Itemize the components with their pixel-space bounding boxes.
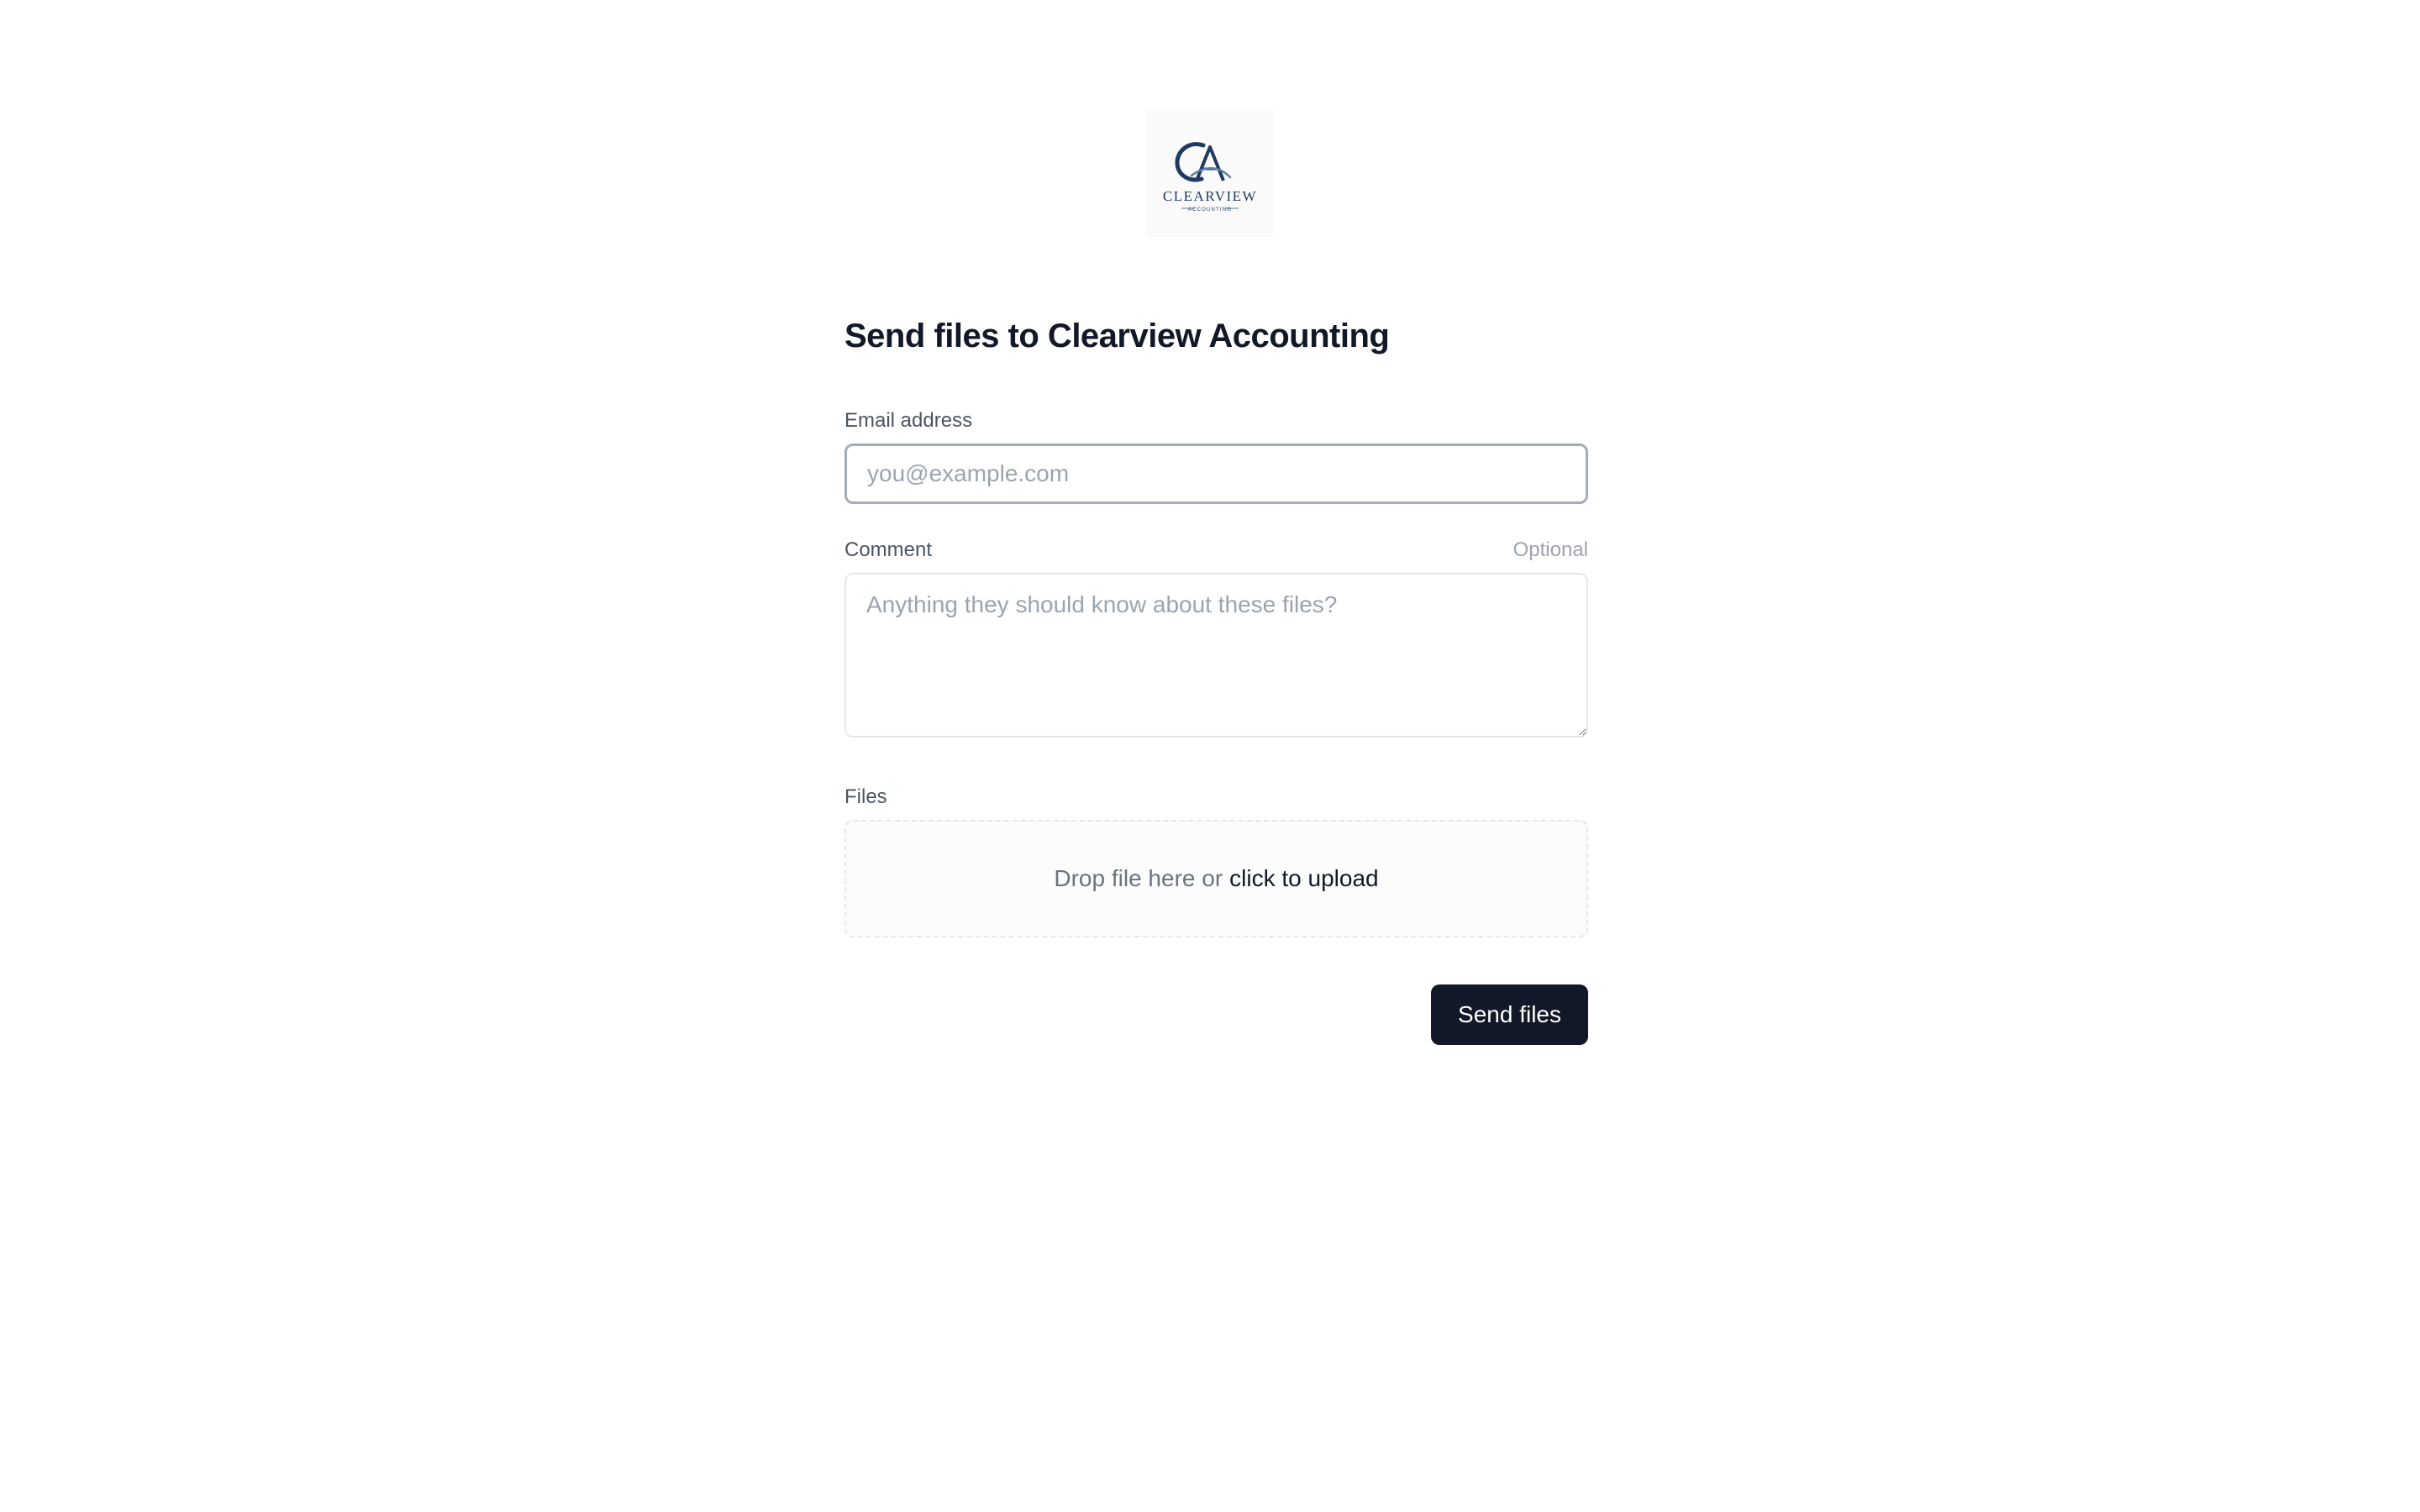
- email-label: Email address: [844, 409, 973, 432]
- email-field[interactable]: [844, 444, 1588, 504]
- page: CLEARVIEW ACCOUNTING Send files to Clear…: [0, 0, 2420, 1512]
- optional-tag: Optional: [1512, 538, 1588, 561]
- svg-text:ACCOUNTING: ACCOUNTING: [1188, 207, 1232, 213]
- files-label: Files: [844, 785, 887, 808]
- send-files-form: Send files to Clearview Accounting Email…: [844, 302, 1588, 1045]
- files-label-row: Files: [844, 785, 1588, 810]
- comment-label-row: Comment Optional: [844, 538, 1588, 563]
- dropzone-text: Drop file here or: [1054, 865, 1223, 891]
- clearview-accounting-logo-icon: CLEARVIEW ACCOUNTING: [1163, 142, 1257, 213]
- comment-textarea[interactable]: [844, 573, 1588, 738]
- file-dropzone[interactable]: Drop file here or click to upload: [844, 820, 1588, 937]
- click-to-upload-link[interactable]: click to upload: [1229, 865, 1378, 892]
- page-title: Send files to Clearview Accounting: [844, 318, 1390, 354]
- send-files-button[interactable]: Send files: [1431, 984, 1588, 1045]
- svg-text:CLEARVIEW: CLEARVIEW: [1163, 188, 1257, 204]
- email-label-row: Email address: [844, 408, 1588, 433]
- company-logo: CLEARVIEW ACCOUNTING: [1146, 109, 1274, 237]
- comment-label: Comment: [844, 538, 933, 561]
- form-actions: Send files: [844, 984, 1588, 1045]
